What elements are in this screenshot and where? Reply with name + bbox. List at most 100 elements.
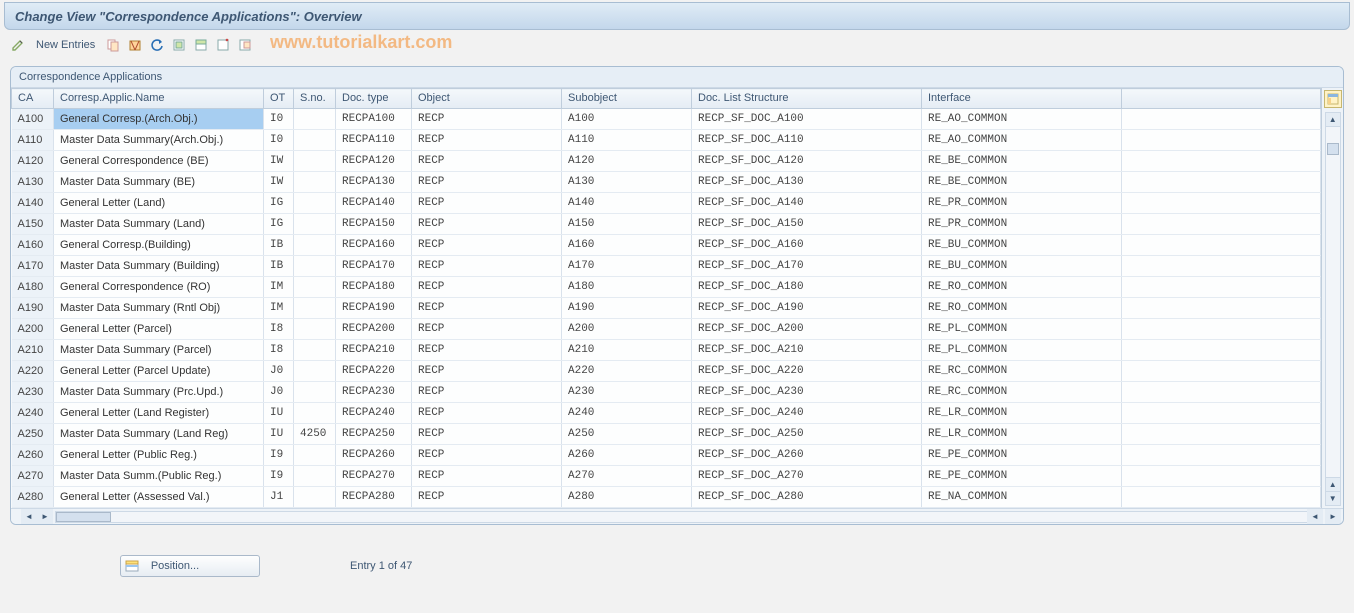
scroll-left-icon[interactable]: ◄ (21, 509, 37, 524)
cell-ca[interactable]: A220 (12, 361, 54, 382)
cell-sno[interactable] (294, 214, 336, 235)
table-row[interactable]: A210Master Data Summary (Parcel)I8RECPA2… (12, 340, 1321, 361)
table-row[interactable]: A160General Corresp.(Building)IBRECPA160… (12, 235, 1321, 256)
cell-subobject[interactable]: A110 (562, 130, 692, 151)
cell-sno[interactable] (294, 172, 336, 193)
cell-spacer[interactable] (1122, 277, 1321, 298)
cell-interface[interactable]: RE_RO_COMMON (922, 277, 1122, 298)
cell-spacer[interactable] (1122, 361, 1321, 382)
cell-sno[interactable] (294, 130, 336, 151)
cell-dls[interactable]: RECP_SF_DOC_A200 (692, 319, 922, 340)
cell-interface[interactable]: RE_RC_COMMON (922, 361, 1122, 382)
cell-doctype[interactable]: RECPA140 (336, 193, 412, 214)
cell-doctype[interactable]: RECPA220 (336, 361, 412, 382)
cell-spacer[interactable] (1122, 466, 1321, 487)
table-row[interactable]: A130Master Data Summary (BE)IWRECPA130RE… (12, 172, 1321, 193)
cell-name[interactable]: General Letter (Parcel) (54, 319, 264, 340)
select-all-icon[interactable] (171, 37, 187, 53)
cell-interface[interactable]: RE_PE_COMMON (922, 445, 1122, 466)
cell-subobject[interactable]: A220 (562, 361, 692, 382)
cell-subobject[interactable]: A180 (562, 277, 692, 298)
cell-name[interactable]: Master Data Summ.(Public Reg.) (54, 466, 264, 487)
cell-spacer[interactable] (1122, 172, 1321, 193)
cell-ca[interactable]: A180 (12, 277, 54, 298)
cell-interface[interactable]: RE_PR_COMMON (922, 214, 1122, 235)
cell-interface[interactable]: RE_RO_COMMON (922, 298, 1122, 319)
cell-doctype[interactable]: RECPA100 (336, 109, 412, 130)
deselect-all-icon[interactable] (215, 37, 231, 53)
cell-subobject[interactable]: A160 (562, 235, 692, 256)
cell-subobject[interactable]: A260 (562, 445, 692, 466)
horizontal-scrollbar[interactable]: ◄ ► ◄ ► (11, 508, 1343, 524)
cell-doctype[interactable]: RECPA240 (336, 403, 412, 424)
cell-name[interactable]: Master Data Summary (Land Reg) (54, 424, 264, 445)
table-row[interactable]: A220General Letter (Parcel Update)J0RECP… (12, 361, 1321, 382)
cell-doctype[interactable]: RECPA120 (336, 151, 412, 172)
cell-subobject[interactable]: A190 (562, 298, 692, 319)
cell-doctype[interactable]: RECPA160 (336, 235, 412, 256)
cell-sno[interactable]: 4250 (294, 424, 336, 445)
cell-dls[interactable]: RECP_SF_DOC_A130 (692, 172, 922, 193)
cell-ca[interactable]: A190 (12, 298, 54, 319)
table-row[interactable]: A190Master Data Summary (Rntl Obj)IMRECP… (12, 298, 1321, 319)
cell-name[interactable]: Master Data Summary (Parcel) (54, 340, 264, 361)
cell-ot[interactable]: IG (264, 214, 294, 235)
cell-interface[interactable]: RE_NA_COMMON (922, 487, 1122, 508)
cell-ca[interactable]: A240 (12, 403, 54, 424)
cell-ca[interactable]: A280 (12, 487, 54, 508)
cell-ca[interactable]: A110 (12, 130, 54, 151)
position-button[interactable]: Position... (120, 555, 260, 577)
cell-interface[interactable]: RE_AO_COMMON (922, 109, 1122, 130)
col-header-ot[interactable]: OT (264, 89, 294, 109)
table-row[interactable]: A120General Correspondence (BE)IWRECPA12… (12, 151, 1321, 172)
cell-object[interactable]: RECP (412, 445, 562, 466)
cell-subobject[interactable]: A240 (562, 403, 692, 424)
cell-doctype[interactable]: RECPA110 (336, 130, 412, 151)
cell-sno[interactable] (294, 298, 336, 319)
cell-sno[interactable] (294, 256, 336, 277)
vertical-scrollbar[interactable]: ▲ ▲ ▼ (1325, 112, 1341, 506)
col-header-dls[interactable]: Doc. List Structure (692, 89, 922, 109)
cell-interface[interactable]: RE_RC_COMMON (922, 382, 1122, 403)
table-row[interactable]: A260General Letter (Public Reg.)I9RECPA2… (12, 445, 1321, 466)
cell-ot[interactable]: IU (264, 424, 294, 445)
cell-object[interactable]: RECP (412, 382, 562, 403)
cell-interface[interactable]: RE_BU_COMMON (922, 235, 1122, 256)
configuration-help-icon[interactable] (237, 37, 253, 53)
table-row[interactable]: A240General Letter (Land Register)IURECP… (12, 403, 1321, 424)
cell-dls[interactable]: RECP_SF_DOC_A110 (692, 130, 922, 151)
cell-subobject[interactable]: A230 (562, 382, 692, 403)
col-header-sno[interactable]: S.no. (294, 89, 336, 109)
cell-spacer[interactable] (1122, 403, 1321, 424)
cell-ot[interactable]: I9 (264, 466, 294, 487)
cell-subobject[interactable]: A250 (562, 424, 692, 445)
cell-ot[interactable]: IB (264, 235, 294, 256)
cell-subobject[interactable]: A150 (562, 214, 692, 235)
table-settings-icon[interactable] (1324, 90, 1342, 108)
cell-spacer[interactable] (1122, 235, 1321, 256)
cell-dls[interactable]: RECP_SF_DOC_A220 (692, 361, 922, 382)
cell-doctype[interactable]: RECPA200 (336, 319, 412, 340)
cell-subobject[interactable]: A270 (562, 466, 692, 487)
cell-sno[interactable] (294, 277, 336, 298)
cell-ot[interactable]: IW (264, 151, 294, 172)
cell-ot[interactable]: I8 (264, 340, 294, 361)
cell-spacer[interactable] (1122, 424, 1321, 445)
new-entries-button[interactable]: New Entries (32, 39, 99, 51)
cell-doctype[interactable]: RECPA190 (336, 298, 412, 319)
cell-ca[interactable]: A250 (12, 424, 54, 445)
scroll-down-icon[interactable]: ▲ (1326, 477, 1340, 491)
cell-ca[interactable]: A140 (12, 193, 54, 214)
cell-sno[interactable] (294, 235, 336, 256)
cell-subobject[interactable]: A140 (562, 193, 692, 214)
cell-dls[interactable]: RECP_SF_DOC_A120 (692, 151, 922, 172)
cell-doctype[interactable]: RECPA280 (336, 487, 412, 508)
cell-spacer[interactable] (1122, 487, 1321, 508)
cell-ot[interactable]: J1 (264, 487, 294, 508)
cell-ot[interactable]: I0 (264, 130, 294, 151)
cell-dls[interactable]: RECP_SF_DOC_A230 (692, 382, 922, 403)
col-header-name[interactable]: Corresp.Applic.Name (54, 89, 264, 109)
cell-interface[interactable]: RE_PE_COMMON (922, 466, 1122, 487)
cell-name[interactable]: Master Data Summary (Building) (54, 256, 264, 277)
cell-object[interactable]: RECP (412, 340, 562, 361)
